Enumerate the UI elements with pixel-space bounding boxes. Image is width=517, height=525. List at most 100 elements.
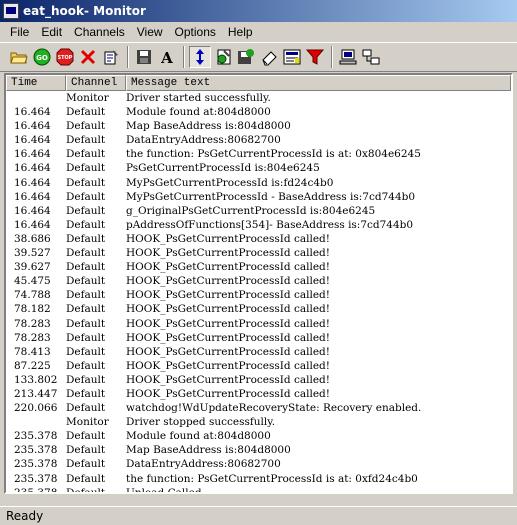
log-time: 220.066 [14, 402, 58, 415]
log-channel: Default [66, 218, 106, 231]
log-message: MyPsGetCurrentProcessId - BaseAddress is… [126, 190, 416, 203]
log-message: watchdog!WdUpdateRecoveryState: Recovery… [126, 402, 422, 415]
log-time: 16.464 [14, 204, 51, 217]
eraser-icon [262, 51, 277, 66]
log-time: 235.378 [14, 444, 58, 457]
save-button[interactable] [133, 46, 155, 68]
font-button[interactable]: A [156, 46, 178, 68]
log-row[interactable]: Monitor Driver started successfully. [6, 91, 511, 105]
clear-icon [80, 49, 96, 65]
menu-file[interactable]: File [4, 25, 35, 39]
open-folder-button[interactable] [8, 46, 30, 68]
filter-button[interactable] [304, 46, 326, 68]
log-row[interactable]: 213.447 Default HOOK_PsGetCurrentProcessId… [6, 387, 511, 401]
column-header-time[interactable]: Time [6, 75, 66, 91]
log-time: 16.464 [14, 190, 51, 203]
save-log-icon [238, 49, 254, 64]
font-icon: A [160, 49, 173, 65]
log-row[interactable]: 220.066 Default watchdog!WdUpdateRecoveryS… [6, 401, 511, 415]
log-row[interactable]: 235.378 Default the function: PsGetCurrent… [6, 472, 511, 486]
toolbar-separator [127, 46, 129, 68]
status-bar: Ready [0, 506, 517, 525]
log-row[interactable]: 16.464 Default the function: PsGetCurrentP… [6, 147, 511, 161]
computer-button[interactable] [337, 46, 359, 68]
log-row[interactable]: Monitor Driver stopped successfully. [6, 415, 511, 429]
log-row[interactable]: 78.413 Default HOOK_PsGetCurrentProcessId … [6, 345, 511, 359]
computer-icon [339, 49, 357, 65]
log-channel: Default [66, 444, 106, 457]
log-row[interactable]: 16.464 Default g_OriginalPsGetCurrentProce… [6, 204, 511, 218]
save-log-button[interactable] [235, 46, 257, 68]
title-bar: eat_hook- Monitor [0, 0, 517, 22]
log-row[interactable]: 78.182 Default HOOK_PsGetCurrentProcessId … [6, 302, 511, 316]
log-channel: Default [66, 402, 106, 415]
log-message: HOOK_PsGetCurrentProcessId called! [126, 303, 330, 316]
menu-channels[interactable]: Channels [68, 25, 131, 39]
log-row[interactable]: 16.464 Default Map BaseAddress is:804d8000 [6, 119, 511, 133]
log-channel: Default [66, 261, 106, 274]
log-row[interactable]: 16.464 Default pAddressOfFunctions[354]- B… [6, 218, 511, 232]
log-message: HOOK_PsGetCurrentProcessId called! [126, 373, 330, 386]
log-row[interactable]: 235.378 Default Unload Called [6, 486, 511, 492]
log-row[interactable]: 39.527 Default HOOK_PsGetCurrentProcessId … [6, 246, 511, 260]
log-time: 39.527 [14, 247, 51, 260]
clear-button[interactable] [77, 46, 99, 68]
go-button[interactable]: GO [31, 46, 53, 68]
log-row[interactable]: 74.788 Default HOOK_PsGetCurrentProcessId … [6, 288, 511, 302]
status-text: Ready [6, 509, 44, 523]
svg-text:A: A [160, 49, 173, 65]
menu-help[interactable]: Help [222, 25, 259, 39]
stop-button[interactable]: STOP [54, 46, 76, 68]
log-row[interactable]: 16.464 Default MyPsGetCurrentProcessId is:… [6, 176, 511, 190]
log-time [6, 91, 66, 105]
window-title: eat_hook- Monitor [23, 4, 146, 18]
autoscroll-button[interactable] [189, 46, 211, 68]
log-channel: Default [66, 148, 106, 161]
save-icon [137, 50, 151, 64]
log-row[interactable]: 87.225 Default HOOK_PsGetCurrentProcessId … [6, 359, 511, 373]
log-channel: Default [66, 289, 106, 302]
highlight-button[interactable] [281, 46, 303, 68]
app-icon [3, 3, 19, 19]
log-row[interactable]: 38.686 Default HOOK_PsGetCurrentProcessId … [6, 232, 511, 246]
log-row[interactable]: 235.378 Default Module found at:804d8000 [6, 429, 511, 443]
log-channel: Default [66, 134, 106, 147]
filter-settings-button[interactable] [212, 46, 234, 68]
log-channel: Default [66, 387, 106, 400]
menu-view[interactable]: View [131, 25, 169, 39]
eraser-button[interactable] [258, 46, 280, 68]
highlight-icon [283, 49, 301, 65]
log-time: 16.464 [14, 218, 51, 231]
log-time: 235.378 [14, 472, 58, 485]
log-row[interactable]: 235.378 Default Map BaseAddress is:804d800… [6, 443, 511, 457]
log-row[interactable]: 78.283 Default HOOK_PsGetCurrentProcessId … [6, 317, 511, 331]
log-message: the function: PsGetCurrentProcessId is a… [126, 148, 421, 161]
toolbar: GO STOP A [0, 42, 517, 72]
log-row[interactable]: 16.464 Default MyPsGetCurrentProcessId - B… [6, 190, 511, 204]
log-time [6, 415, 66, 429]
log-channel: Default [66, 345, 106, 358]
log-rows: Monitor Driver started successfully. 16.46… [6, 91, 511, 492]
log-row[interactable]: 16.464 Default Module found at:804d8000 [6, 105, 511, 119]
log-row[interactable]: 235.378 Default DataEntryAddress:80682700 [6, 457, 511, 471]
menu-options[interactable]: Options [169, 25, 222, 39]
log-list[interactable]: Time Channel Message text Monitor Driver … [4, 73, 513, 494]
log-time: 78.413 [14, 345, 51, 358]
log-row[interactable]: 45.475 Default HOOK_PsGetCurrentProcessId … [6, 274, 511, 288]
log-row[interactable]: 133.802 Default HOOK_PsGetCurrentProcessId… [6, 373, 511, 387]
column-header-message[interactable]: Message text [126, 75, 511, 91]
log-time: 213.447 [14, 387, 58, 400]
log-row[interactable]: 16.464 Default PsGetCurrentProcessId is:80… [6, 161, 511, 175]
column-header-channel[interactable]: Channel [66, 75, 126, 91]
properties-button[interactable] [100, 46, 122, 68]
network-button[interactable] [360, 46, 382, 68]
log-row[interactable]: 16.464 Default DataEntryAddress:80682700 [6, 133, 511, 147]
log-row[interactable]: 39.627 Default HOOK_PsGetCurrentProcessId … [6, 260, 511, 274]
log-message: HOOK_PsGetCurrentProcessId called! [126, 387, 330, 400]
menu-edit[interactable]: Edit [35, 25, 68, 39]
log-time: 87.225 [14, 359, 51, 372]
filter-settings-icon [217, 49, 231, 65]
log-message: Map BaseAddress is:804d8000 [126, 120, 291, 133]
log-row[interactable]: 78.283 Default HOOK_PsGetCurrentProcessId … [6, 331, 511, 345]
log-channel: Default [66, 120, 106, 133]
